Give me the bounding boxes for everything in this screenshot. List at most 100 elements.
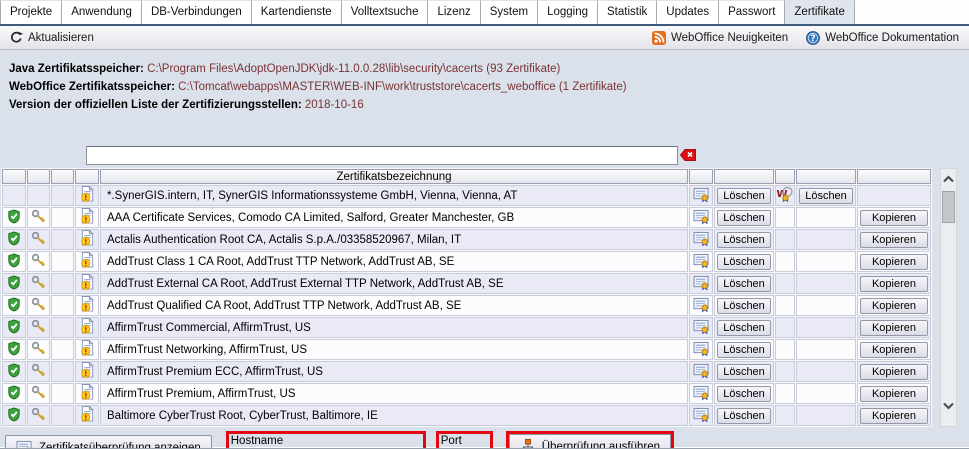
copy-certificate-button[interactable]: Kopieren xyxy=(860,341,928,358)
trusted-shield-icon xyxy=(7,384,21,400)
delete-certificate-button[interactable]: Löschen xyxy=(717,319,771,336)
delete-certificate-button[interactable]: Löschen xyxy=(717,341,771,358)
view-certificate-icon[interactable] xyxy=(693,385,710,400)
table-header-row: Zertifikatsbezeichnung xyxy=(2,169,931,184)
private-key-icon xyxy=(31,209,46,224)
header-trusted-col xyxy=(2,169,26,184)
copy-certificate-button[interactable]: Kopieren xyxy=(860,209,928,226)
weboffice-cert-cell xyxy=(775,339,795,360)
delete-weboffice-cell xyxy=(796,273,856,294)
view-certificate-icon[interactable] xyxy=(693,209,710,224)
view-certificate-icon[interactable] xyxy=(693,297,710,312)
copy-certificate-button[interactable]: Kopieren xyxy=(860,297,928,314)
tab-volltextsuche[interactable]: Volltextsuche xyxy=(341,0,429,24)
scrollbar-thumb[interactable] xyxy=(942,191,955,223)
tab-logging[interactable]: Logging xyxy=(538,0,598,24)
news-link[interactable]: WebOffice Neuigkeiten xyxy=(651,30,788,45)
delete-certificate-button[interactable]: Löschen xyxy=(717,209,771,226)
delete-weboffice-cell xyxy=(796,251,856,272)
ca-list-version-line: Version der offiziellen Liste der Zertif… xyxy=(9,96,969,114)
delete-certificate-button[interactable]: Löschen xyxy=(717,363,771,380)
trusted-shield-icon xyxy=(7,318,21,334)
trusted-shield-icon xyxy=(7,340,21,356)
ca-list-version-value: 2018-10-16 xyxy=(304,99,364,111)
run-check-button[interactable]: Überprüfung ausführen xyxy=(508,434,672,448)
copy-certificate-button[interactable]: Kopieren xyxy=(860,319,928,336)
trusted-cell xyxy=(2,185,26,206)
info-cell xyxy=(75,295,99,316)
certificate-icon xyxy=(16,440,33,448)
header-view-col xyxy=(689,169,713,184)
certificate-filter-input[interactable] xyxy=(86,145,678,165)
tab-db-verbindungen[interactable]: DB-Verbindungen xyxy=(141,0,252,24)
tab-statistik[interactable]: Statistik xyxy=(598,0,658,24)
weboffice-cert-cell xyxy=(775,273,795,294)
tab-system[interactable]: System xyxy=(480,0,539,24)
weboffice-cert-cell xyxy=(775,317,795,338)
view-certificate-icon[interactable] xyxy=(693,275,710,290)
refresh-button[interactable]: Aktualisieren xyxy=(10,31,94,44)
key-cell xyxy=(27,361,50,382)
tab-passwort[interactable]: Passwort xyxy=(719,0,786,24)
copy-cell: Kopieren xyxy=(857,361,931,382)
certificate-info-icon xyxy=(80,208,95,224)
java-truststore-line: Java Zertifikatsspeicher: C:\Program Fil… xyxy=(9,60,969,78)
delete-weboffice-cell xyxy=(796,295,856,316)
delete-certificate-button[interactable]: Löschen xyxy=(717,297,771,314)
info-cell xyxy=(75,229,99,250)
view-certificate-cell xyxy=(689,207,713,228)
clear-filter-icon[interactable] xyxy=(679,149,696,161)
documentation-link[interactable]: ? WebOffice Dokumentation xyxy=(806,30,959,45)
spacer-cell xyxy=(51,317,74,338)
copy-cell: Kopieren xyxy=(857,251,931,272)
copy-cell: Kopieren xyxy=(857,229,931,250)
tab-zertifikate[interactable]: Zertifikate xyxy=(785,0,855,24)
info-cell xyxy=(75,185,99,206)
scroll-down-icon[interactable] xyxy=(943,402,954,410)
truststore-info: Java Zertifikatsspeicher: C:\Program Fil… xyxy=(0,50,969,114)
trusted-shield-icon xyxy=(7,230,21,246)
tab-kartendienste[interactable]: Kartendienste xyxy=(251,0,342,24)
private-key-icon xyxy=(31,407,46,422)
copy-certificate-button[interactable]: Kopieren xyxy=(860,363,928,380)
info-cell xyxy=(75,405,99,426)
info-cell xyxy=(75,361,99,382)
copy-certificate-button[interactable]: Kopieren xyxy=(860,231,928,248)
delete-weboffice-cell xyxy=(796,207,856,228)
hostname-label: Hostname xyxy=(230,435,284,447)
tab-projekte[interactable]: Projekte xyxy=(0,0,63,24)
info-cell xyxy=(75,273,99,294)
copy-certificate-button[interactable]: Kopieren xyxy=(860,253,928,270)
delete-certificate-button[interactable]: Löschen xyxy=(717,385,771,402)
certificate-name: AddTrust Qualified CA Root, AddTrust TTP… xyxy=(100,295,688,316)
view-certificate-icon[interactable] xyxy=(693,341,710,356)
key-cell xyxy=(27,317,50,338)
scroll-up-icon[interactable] xyxy=(943,175,954,183)
delete-certificate-button[interactable]: Löschen xyxy=(717,187,771,204)
tab-anwendung[interactable]: Anwendung xyxy=(62,0,142,24)
tab-updates[interactable]: Updates xyxy=(657,0,720,24)
delete-certificate-button[interactable]: Löschen xyxy=(717,275,771,292)
view-certificate-icon[interactable] xyxy=(693,253,710,268)
show-certificate-check-button[interactable]: Zertifikatsüberprüfung anzeigen xyxy=(5,435,212,448)
view-certificate-icon[interactable] xyxy=(693,187,710,202)
delete-certificate-button[interactable]: Löschen xyxy=(717,407,771,424)
private-key-icon xyxy=(31,275,46,290)
spacer-cell xyxy=(51,383,74,404)
view-certificate-icon[interactable] xyxy=(693,407,710,422)
copy-certificate-button[interactable]: Kopieren xyxy=(860,275,928,292)
delete-cell: Löschen xyxy=(714,207,774,228)
delete-weboffice-certificate-button[interactable]: Löschen xyxy=(799,187,853,204)
view-certificate-icon[interactable] xyxy=(693,319,710,334)
delete-certificate-button[interactable]: Löschen xyxy=(717,231,771,248)
tab-lizenz[interactable]: Lizenz xyxy=(428,0,481,24)
delete-cell: Löschen xyxy=(714,251,774,272)
delete-certificate-button[interactable]: Löschen xyxy=(717,253,771,270)
copy-certificate-button[interactable]: Kopieren xyxy=(860,385,928,402)
delete-cell: Löschen xyxy=(714,361,774,382)
vertical-scrollbar[interactable] xyxy=(940,168,957,427)
view-certificate-icon[interactable] xyxy=(693,363,710,378)
refresh-label: Aktualisieren xyxy=(28,31,94,44)
copy-certificate-button[interactable]: Kopieren xyxy=(860,407,928,424)
view-certificate-icon[interactable] xyxy=(693,231,710,246)
